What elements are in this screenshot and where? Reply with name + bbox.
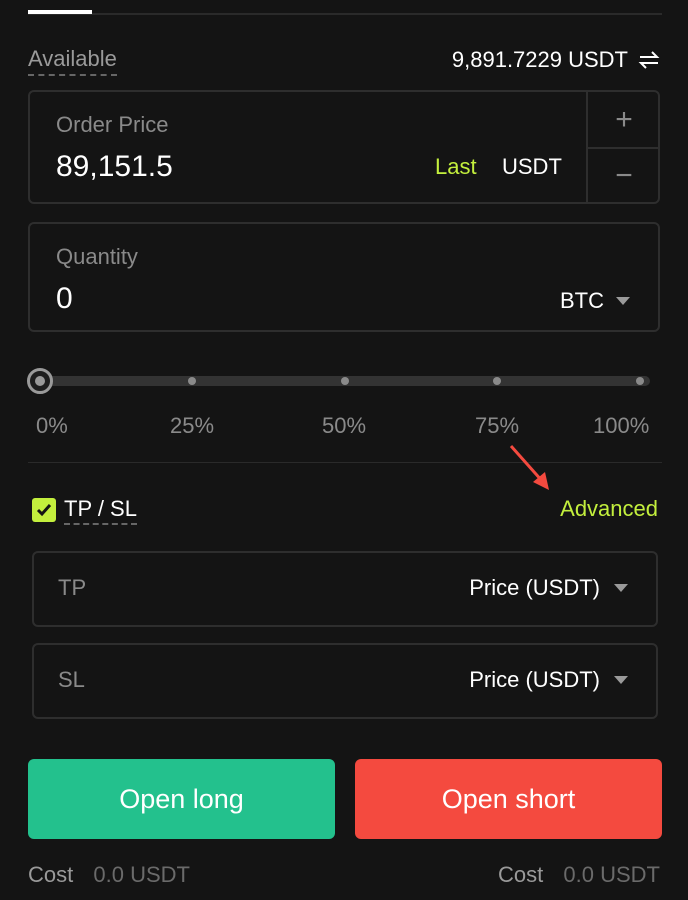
quantity-label: Quantity	[56, 244, 138, 269]
minus-icon: −	[615, 158, 633, 192]
decrease-price-button[interactable]: −	[588, 149, 660, 202]
section-divider	[28, 462, 662, 463]
last-price-button[interactable]: Last	[435, 154, 477, 180]
slider-label-50: 50%	[322, 413, 367, 438]
order-price-field[interactable]: Order Price 89,151.5 Last USDT + −	[28, 90, 660, 204]
chevron-down-icon	[614, 676, 628, 684]
active-tab-indicator[interactable]	[28, 10, 92, 14]
slider-handle[interactable]	[27, 368, 53, 394]
tpsl-checkbox[interactable]	[32, 498, 56, 522]
quantity-input[interactable]: 0	[56, 282, 73, 316]
chevron-down-icon	[614, 584, 628, 592]
plus-icon: +	[615, 102, 633, 136]
long-cost-label: Cost	[28, 862, 74, 887]
slider-label-25: 25%	[170, 413, 215, 438]
short-cost-value: 0.0 USDT	[563, 862, 660, 887]
sl-type-value: Price (USDT)	[469, 667, 600, 692]
sl-label: SL	[58, 667, 85, 692]
order-price-input[interactable]: 89,151.5	[56, 150, 173, 184]
short-cost-label: Cost	[498, 862, 544, 887]
long-cost: Cost 0.0 USDT	[28, 862, 190, 888]
sl-type-select[interactable]: Price (USDT)	[469, 667, 628, 693]
slider-mark-25[interactable]	[188, 377, 196, 385]
slider-mark-75[interactable]	[493, 377, 501, 385]
sl-field[interactable]: SL Price (USDT)	[32, 643, 658, 719]
open-short-button[interactable]: Open short	[355, 759, 662, 839]
quantity-unit: BTC	[560, 288, 604, 313]
order-form: Available 9,891.7229 USDT Order Price 89…	[0, 0, 688, 900]
tp-field[interactable]: TP Price (USDT)	[32, 551, 658, 627]
swap-icon[interactable]	[638, 51, 660, 69]
quantity-field[interactable]: Quantity 0 BTC	[28, 222, 660, 332]
long-cost-value: 0.0 USDT	[93, 862, 190, 887]
order-price-unit: USDT	[502, 154, 562, 179]
tab-bar-divider	[28, 13, 662, 15]
annotation-arrow-icon	[509, 445, 549, 490]
slider-mark-100[interactable]	[636, 377, 644, 385]
increase-price-button[interactable]: +	[588, 92, 660, 147]
available-balance: 9,891.7229 USDT	[452, 46, 660, 74]
quantity-unit-select[interactable]: BTC	[560, 288, 630, 314]
slider-label-0: 0%	[36, 413, 68, 438]
order-price-label: Order Price	[56, 112, 169, 137]
available-label[interactable]: Available	[28, 46, 117, 76]
check-icon	[36, 504, 52, 517]
advanced-link[interactable]: Advanced	[560, 496, 658, 522]
chevron-down-icon	[616, 297, 630, 305]
tp-type-select[interactable]: Price (USDT)	[469, 575, 628, 601]
available-value: 9,891.7229 USDT	[451, 47, 628, 72]
tp-label: TP	[58, 575, 87, 600]
open-long-button[interactable]: Open long	[28, 759, 335, 839]
tpsl-label[interactable]: TP / SL	[64, 496, 137, 525]
slider-label-75: 75%	[475, 413, 520, 438]
short-cost: Cost 0.0 USDT	[498, 862, 660, 888]
tp-type-value: Price (USDT)	[469, 575, 600, 600]
slider-label-100: 100%	[593, 413, 650, 438]
slider-mark-50[interactable]	[341, 377, 349, 385]
